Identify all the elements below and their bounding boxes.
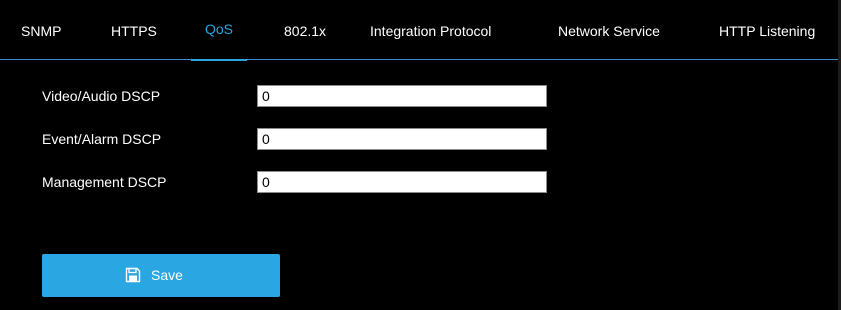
save-button-label: Save [151,267,183,283]
tab-https[interactable]: HTTPS [111,0,157,60]
video-audio-dscp-label: Video/Audio DSCP [42,88,161,104]
save-button[interactable]: Save [42,254,280,297]
event-alarm-dscp-label: Event/Alarm DSCP [42,131,162,147]
tab-802-1x[interactable]: 802.1x [284,0,326,60]
active-tab-indicator [191,59,248,61]
management-dscp-label: Management DSCP [42,174,167,190]
tab-bar: SNMP HTTPS QoS 802.1x Integration Protoc… [0,0,838,61]
tab-qos-label: QoS [205,21,234,37]
qos-settings-panel: SNMP HTTPS QoS 802.1x Integration Protoc… [0,0,838,310]
tab-network-service[interactable]: Network Service [558,0,660,60]
tab-integration-protocol[interactable]: Integration Protocol [370,0,491,60]
save-button-content: Save [125,266,183,284]
video-audio-dscp-input[interactable] [257,85,547,107]
tab-http-listening[interactable]: HTTP Listening [719,0,815,60]
floppy-disk-icon [125,267,141,283]
event-alarm-dscp-input[interactable] [257,128,547,150]
tab-snmp[interactable]: SNMP [21,0,61,60]
tab-qos[interactable]: QoS [191,0,248,61]
management-dscp-input[interactable] [257,171,547,193]
